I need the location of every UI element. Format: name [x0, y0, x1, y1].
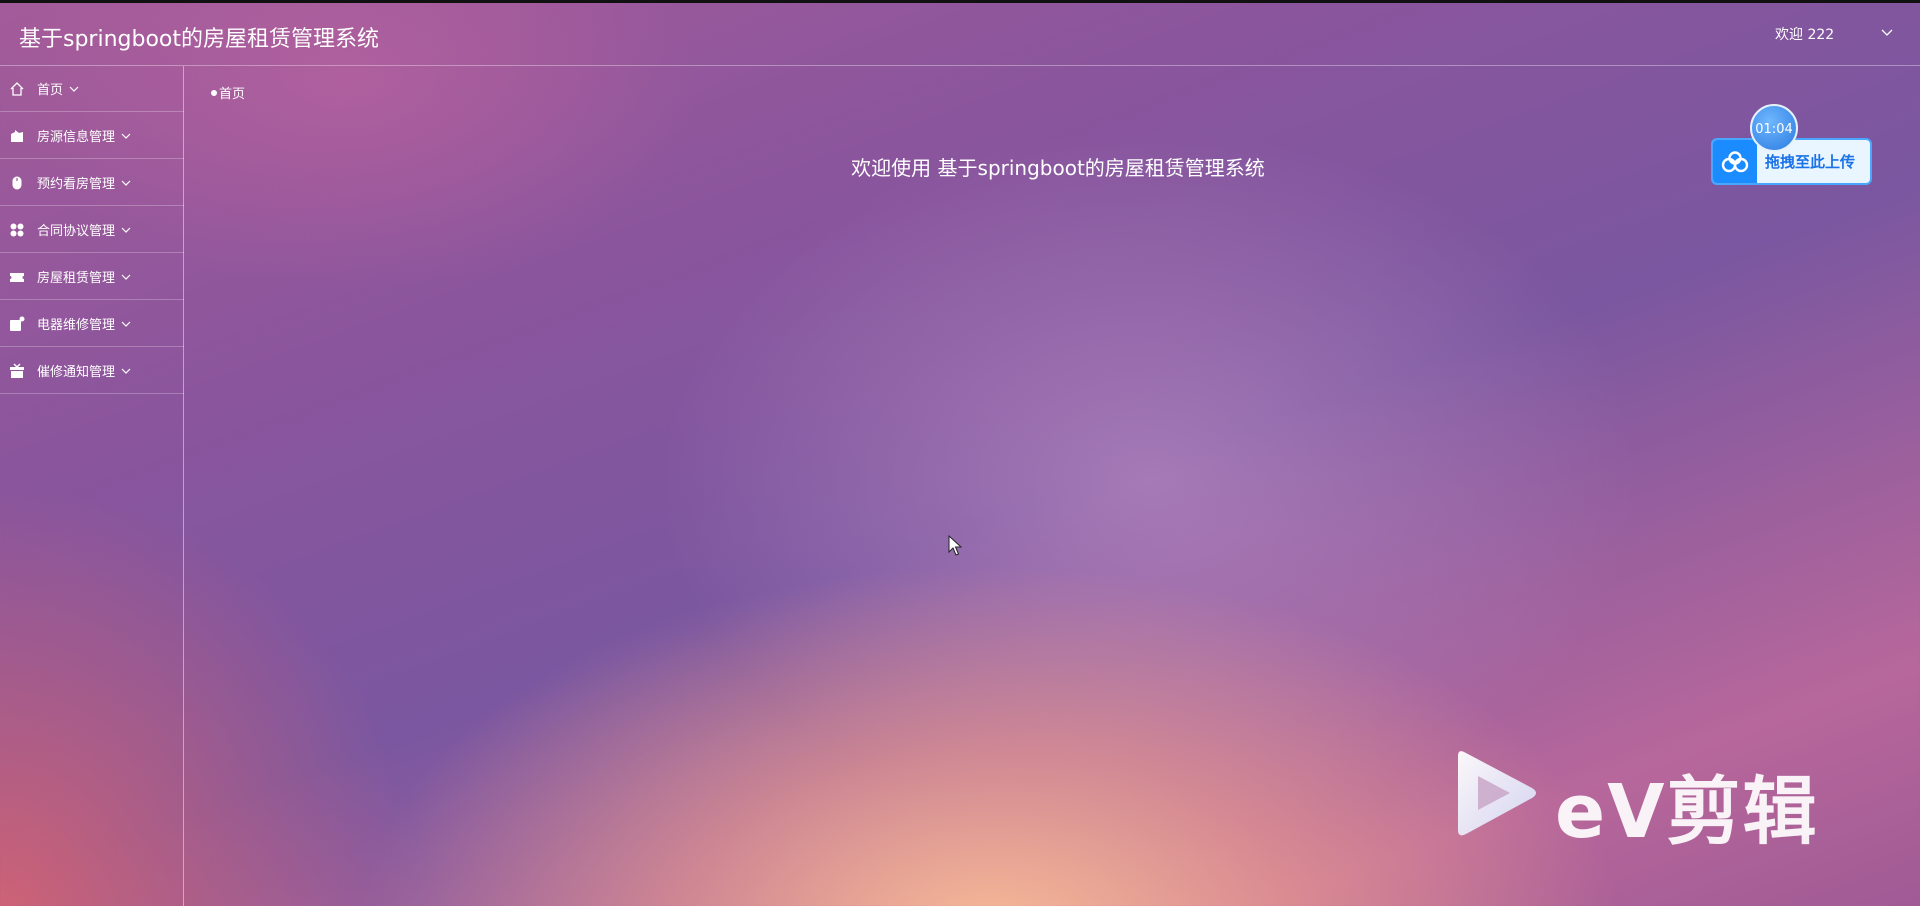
upload-drop-zone[interactable]: 拖拽至此上传: [1711, 138, 1872, 185]
chevron-down-icon: [69, 86, 79, 92]
chevron-down-icon[interactable]: [1880, 25, 1894, 39]
chevron-down-icon: [121, 368, 131, 374]
wrench-box-icon: [10, 316, 25, 331]
sidebar-item-repair[interactable]: 电器维修管理: [0, 301, 184, 347]
sidebar: 首页 房源信息管理 预约看房管理 合同协议管理 房屋租赁管理 电器维修管理 催修…: [0, 66, 184, 906]
sidebar-item-contract[interactable]: 合同协议管理: [0, 207, 184, 253]
chevron-down-icon: [121, 321, 131, 327]
welcome-message: 欢迎使用 基于springboot的房屋租赁管理系统: [851, 156, 1265, 180]
breadcrumb: 首页: [211, 83, 245, 102]
sidebar-item-notice[interactable]: 催修通知管理: [0, 348, 184, 394]
upload-label: 拖拽至此上传: [1765, 153, 1856, 171]
sidebar-item-label: 房屋租赁管理: [37, 271, 116, 286]
mouse-cursor-icon: [948, 535, 962, 556]
recording-timer[interactable]: 01:04: [1750, 104, 1798, 152]
house-icon: [11, 129, 23, 142]
sidebar-item-label: 合同协议管理: [37, 224, 116, 239]
gift-box-icon: [10, 362, 24, 378]
app-title: 基于springboot的房屋租赁管理系统: [19, 27, 380, 52]
chevron-down-icon: [121, 133, 131, 139]
sidebar-item-rental[interactable]: 房屋租赁管理: [0, 254, 184, 300]
breadcrumb-current[interactable]: 首页: [219, 83, 245, 102]
sidebar-item-label: 首页: [37, 83, 64, 98]
watermark-text: eV剪辑: [1555, 769, 1819, 855]
cloud-upload-icon: [1713, 140, 1757, 183]
top-header: 基于springboot的房屋租赁管理系统 欢迎 222: [0, 0, 1920, 66]
sidebar-item-label: 电器维修管理: [37, 318, 116, 333]
ticket-icon: [10, 272, 24, 282]
sidebar-item-label: 房源信息管理: [37, 130, 116, 145]
chevron-down-icon: [121, 274, 131, 280]
chevron-down-icon: [121, 227, 131, 233]
user-greeting[interactable]: 欢迎 222: [1775, 24, 1834, 44]
sidebar-item-home[interactable]: 首页: [0, 66, 184, 112]
grid-dots-icon: [10, 223, 24, 236]
home-icon: [10, 81, 24, 96]
sidebar-item-label: 催修通知管理: [37, 365, 116, 380]
bullet-dot-icon: [211, 89, 217, 96]
